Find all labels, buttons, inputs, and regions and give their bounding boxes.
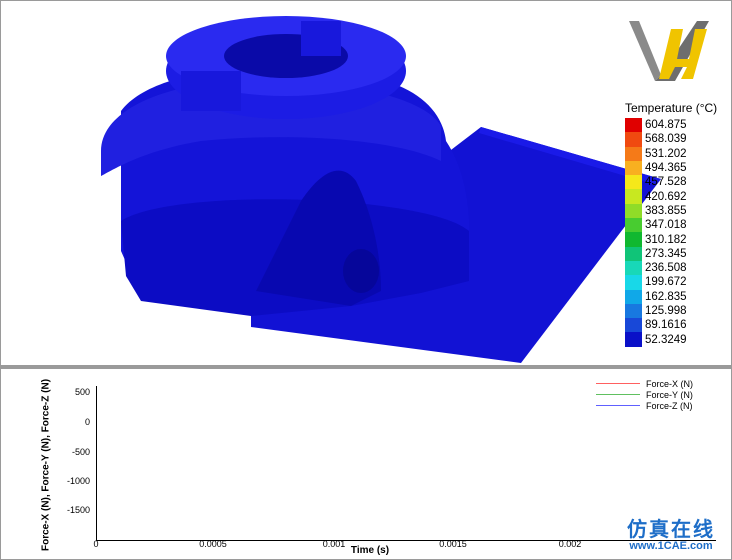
hub-key-right bbox=[301, 21, 341, 56]
legend-color-swatch bbox=[625, 303, 642, 319]
legend-color-swatch bbox=[625, 160, 642, 176]
x-tick-label: 0.002 bbox=[558, 539, 582, 549]
legend-scale: 604.875 568.039 531.202 494.365 457.528 420.6… bbox=[625, 118, 731, 347]
hub-key-left bbox=[181, 71, 241, 111]
legend-entry: 604.875 bbox=[625, 118, 731, 133]
temperature-legend: Temperature (°C) 604.875 568.039 531.202 49… bbox=[625, 101, 731, 347]
watermark: 仿真在线 www.1CAE.com bbox=[618, 518, 724, 553]
legend-value: 494.365 bbox=[645, 162, 687, 175]
legend-color-swatch bbox=[625, 318, 642, 333]
legend-color-swatch bbox=[625, 175, 642, 190]
y-tick-label: 500 bbox=[74, 387, 90, 397]
plot-legend-item: Force-Z (N) bbox=[596, 400, 693, 411]
plot-legend-item: Force-X (N) bbox=[596, 378, 693, 389]
screw-hole bbox=[343, 249, 379, 293]
legend-value: 420.692 bbox=[645, 190, 687, 203]
legend-value: 162.835 bbox=[645, 290, 687, 303]
legend-entry: 531.202 bbox=[625, 146, 731, 161]
legend-value: 125.998 bbox=[645, 305, 687, 317]
x-axis-label: Time (s) bbox=[350, 545, 390, 556]
vh-logo-icon bbox=[629, 21, 709, 81]
legend-entry: 494.365 bbox=[625, 160, 731, 176]
y-axis-label-text: Force-X (N), Force-Y (N), Force-Z (N) bbox=[40, 378, 52, 552]
x-tick-label: 0.0005 bbox=[199, 539, 227, 549]
legend-entry: 457.528 bbox=[625, 175, 731, 190]
y-axis-label: Force-X (N), Force-Y (N), Force-Z (N) bbox=[36, 372, 56, 558]
simulation-viewport[interactable]: Temperature (°C) 604.875 568.039 531.202 49… bbox=[0, 0, 732, 366]
legend-value: 604.875 bbox=[645, 119, 687, 132]
legend-color-swatch bbox=[625, 246, 642, 261]
legend-label: Force-X (N) bbox=[646, 378, 693, 389]
y-tick-label: 0 bbox=[84, 417, 90, 427]
force-x-swatch bbox=[596, 383, 640, 384]
x-tick-label: 0 bbox=[93, 539, 99, 549]
legend-entry: 420.692 bbox=[625, 189, 731, 204]
watermark-url: www.1CAE.com bbox=[629, 540, 713, 552]
legend-color-swatch bbox=[625, 332, 642, 347]
legend-value: 568.039 bbox=[645, 133, 687, 146]
legend-color-swatch bbox=[625, 146, 642, 161]
legend-title: Temperature (°C) bbox=[625, 101, 718, 115]
legend-entry: 568.039 bbox=[625, 132, 731, 147]
legend-value: 199.672 bbox=[645, 276, 687, 289]
legend-label: Force-Z (N) bbox=[646, 400, 693, 411]
legend-entry: 310.182 bbox=[625, 232, 731, 247]
legend-entry: 199.672 bbox=[625, 275, 731, 290]
legend-label: Force-Y (N) bbox=[646, 389, 693, 400]
legend-color-swatch bbox=[625, 218, 642, 233]
plot-legend: Force-X (N) Force-Y (N) Force-Z (N) bbox=[596, 378, 693, 411]
legend-color-swatch bbox=[625, 289, 642, 304]
legend-value: 236.508 bbox=[645, 262, 687, 275]
tool-workpiece-model bbox=[101, 16, 661, 363]
x-tick-label: 0.0015 bbox=[439, 539, 467, 549]
legend-entry: 347.018 bbox=[625, 218, 731, 233]
legend-color-swatch bbox=[625, 189, 642, 204]
watermark-text: 仿真在线 bbox=[627, 517, 715, 541]
legend-entry: 162.835 bbox=[625, 289, 731, 304]
y-tick-label: -1500 bbox=[66, 505, 90, 515]
legend-color-swatch bbox=[625, 232, 642, 247]
legend-entry: 125.998 bbox=[625, 303, 731, 319]
legend-value: 89.1616 bbox=[645, 319, 687, 332]
legend-value: 310.182 bbox=[645, 233, 687, 246]
y-axis-line bbox=[96, 386, 97, 540]
legend-value: 52.3249 bbox=[645, 333, 687, 346]
legend-entry: 273.345 bbox=[625, 246, 731, 261]
y-tick-label: -500 bbox=[71, 447, 90, 457]
legend-value: 347.018 bbox=[645, 219, 687, 232]
legend-value: 383.855 bbox=[645, 204, 687, 217]
y-tick-label: -1000 bbox=[66, 476, 90, 486]
force-z-swatch bbox=[596, 405, 640, 406]
legend-color-swatch bbox=[625, 260, 642, 276]
legend-color-swatch bbox=[625, 203, 642, 219]
legend-value: 457.528 bbox=[645, 176, 687, 189]
legend-entry: 52.3249 bbox=[625, 332, 731, 347]
legend-entry: 89.1616 bbox=[625, 318, 731, 333]
legend-color-swatch bbox=[625, 118, 642, 133]
force-y-swatch bbox=[596, 394, 640, 395]
legend-color-swatch bbox=[625, 275, 642, 290]
legend-value: 531.202 bbox=[645, 147, 687, 160]
plot-legend-item: Force-Y (N) bbox=[596, 389, 693, 400]
legend-entry: 236.508 bbox=[625, 260, 731, 276]
legend-color-swatch bbox=[625, 132, 642, 147]
legend-value: 273.345 bbox=[645, 247, 687, 260]
legend-entry: 383.855 bbox=[625, 203, 731, 219]
